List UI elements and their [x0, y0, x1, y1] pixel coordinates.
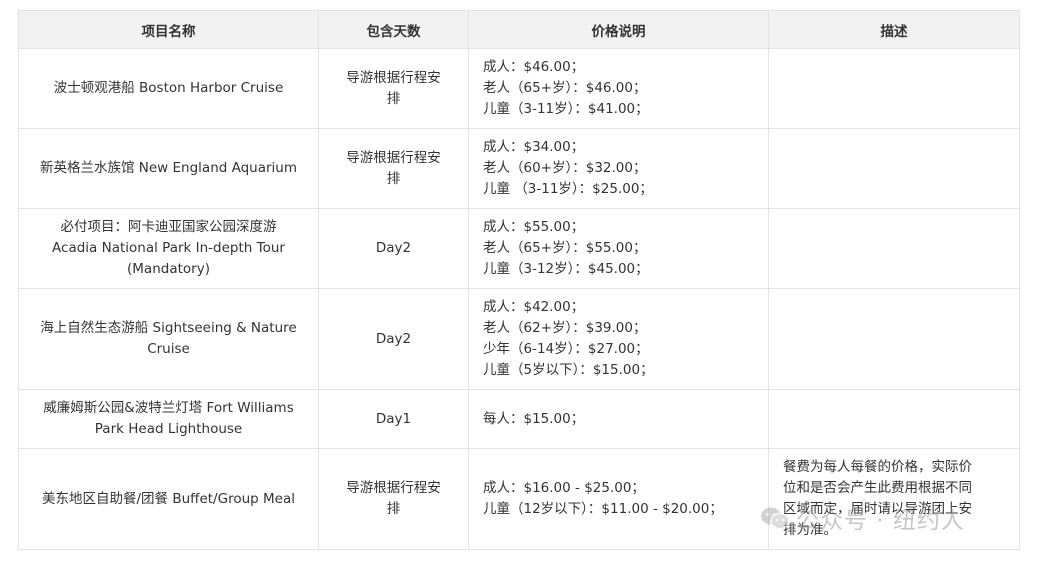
price-cell-line: 少年（6-14岁）：$27.00； — [483, 341, 649, 357]
days-cell-line: Day1 — [375, 410, 412, 427]
table-row: 威廉姆斯公园&波特兰灯塔 Fort Williams Park Head Ligh… — [18, 389, 1020, 449]
item-name-cell-line: Cruise — [147, 341, 190, 357]
header-item-name: 项目名称 — [18, 10, 319, 49]
price-cell: 成人：$16.00 - $25.00； 儿童（12岁以下）：$11.00 - $2… — [468, 448, 769, 550]
item-name-cell-line: 海上自然生态游船 Sightseeing & Nature — [40, 320, 297, 336]
days-cell: Day2 — [318, 288, 469, 390]
price-cell-line: 老人（65+岁）：$46.00； — [483, 80, 647, 96]
days-cell-line: Day2 — [375, 330, 412, 347]
item-name-cell-line: 美东地区自助餐/团餐 Buffet/Group Meal — [42, 490, 295, 507]
days-cell-line: 排 — [386, 170, 401, 187]
days-cell-line: 导游根据行程安 — [346, 149, 441, 166]
item-name-cell-line: Acadia National Park In-depth Tour — [52, 240, 285, 256]
table-row: 波士顿观港船 Boston Harbor Cruise 导游根据行程安排成人：$4… — [18, 48, 1020, 129]
item-name-cell-line: 波士顿观港船 Boston Harbor Cruise — [53, 80, 284, 96]
item-name-cell: 海上自然生态游船 Sightseeing & Nature Cruise — [18, 288, 319, 390]
days-cell-line: 导游根据行程安 — [346, 480, 441, 496]
price-cell-line: 成人：$55.00； — [483, 219, 585, 235]
table-row: 新英格兰水族馆 New England Aquarium 导游根据行程安排成人：$… — [18, 128, 1020, 209]
days-cell: 导游根据行程安排 — [318, 448, 469, 550]
price-cell: 每人：$15.00； — [468, 389, 769, 449]
item-name-cell: 威廉姆斯公园&波特兰灯塔 Fort Williams Park Head Ligh… — [18, 389, 319, 449]
item-name-cell-line: 必付项目：阿卡迪亚国家公园深度游 — [60, 219, 277, 235]
description-cell-line: 排为准。 — [783, 522, 837, 538]
item-name-cell-line: 威廉姆斯公园&波特兰灯塔 Fort Williams — [43, 400, 294, 416]
price-cell-line: 每人：$15.00； — [483, 410, 585, 427]
header-description: 描述 — [768, 10, 1020, 49]
table-row: 必付项目：阿卡迪亚国家公园深度游 Acadia National Park In-… — [18, 208, 1020, 289]
table-header-row: 项目名称 包含天数 价格说明 描述 — [18, 10, 1020, 49]
item-name-cell: 必付项目：阿卡迪亚国家公园深度游 Acadia National Park In-… — [18, 208, 319, 289]
price-cell-line: 儿童（3-12岁）：$45.00； — [483, 261, 649, 277]
price-cell-line: 儿童 （3-11岁）：$25.00； — [483, 181, 653, 197]
days-cell: Day2 — [318, 208, 469, 289]
description-cell — [768, 288, 1020, 390]
days-cell-line: 导游根据行程安 — [346, 69, 441, 86]
price-cell-line: 老人（60+岁）：$32.00； — [483, 160, 647, 176]
price-cell: 成人：$46.00； 老人（65+岁）：$46.00； 儿童（3-11岁）：$41.… — [468, 48, 769, 129]
item-name-cell-line: (Mandatory) — [127, 261, 210, 277]
description-cell-line: 位和是否会产生此费用根据不同 — [783, 480, 972, 496]
description-cell — [768, 208, 1020, 289]
days-cell-line: Day2 — [375, 240, 412, 256]
item-name-cell-line: 新英格兰水族馆 New England Aquarium — [39, 160, 298, 176]
description-cell: 餐费为每人每餐的价格，实际价 位和是否会产生此费用根据不同 区域而定，届时请以导游团… — [768, 448, 1020, 550]
price-cell: 成人：$34.00； 老人（60+岁）：$32.00； 儿童 （3-11岁）：$25… — [468, 128, 769, 209]
table-row: 美东地区自助餐/团餐 Buffet/Group Meal 导游根据行程安排成人：$… — [18, 448, 1020, 550]
description-cell — [768, 128, 1020, 209]
description-cell — [768, 389, 1020, 449]
price-cell-line: 成人：$16.00 - $25.00； — [483, 480, 645, 496]
price-cell: 成人：$55.00； 老人（65+岁）：$55.00； 儿童（3-12岁）：$45.… — [468, 208, 769, 289]
table-row: 海上自然生态游船 Sightseeing & Nature Cruise Day2 成… — [18, 288, 1020, 390]
header-days: 包含天数 — [318, 10, 469, 49]
days-cell: Day1 — [318, 389, 469, 449]
description-cell-line: 区域而定，届时请以导游团上安 — [783, 501, 972, 517]
item-name-cell-line: Park Head Lighthouse — [94, 421, 243, 437]
price-cell-line: 老人（65+岁）：$55.00； — [483, 240, 647, 256]
days-cell: 导游根据行程安排 — [318, 48, 469, 129]
item-name-cell: 新英格兰水族馆 New England Aquarium — [18, 128, 319, 209]
days-cell: 导游根据行程安排 — [318, 128, 469, 209]
price-cell-line: 成人：$46.00； — [483, 59, 585, 75]
item-name-cell: 美东地区自助餐/团餐 Buffet/Group Meal — [18, 448, 319, 550]
item-name-cell: 波士顿观港船 Boston Harbor Cruise — [18, 48, 319, 129]
price-cell-line: 成人：$34.00； — [483, 139, 585, 155]
price-cell-line: 儿童（3-11岁）：$41.00； — [483, 101, 649, 117]
days-cell-line: 排 — [386, 501, 401, 517]
description-cell — [768, 48, 1020, 129]
days-cell-line: 排 — [386, 90, 401, 107]
description-cell-line: 餐费为每人每餐的价格，实际价 — [783, 459, 972, 475]
price-table: 项目名称 包含天数 价格说明 描述 波士顿观港船 Boston Harbor C… — [18, 10, 1020, 550]
header-price: 价格说明 — [468, 10, 769, 49]
price-cell-line: 老人（62+岁）：$39.00； — [483, 320, 647, 336]
price-cell-line: 儿童（5岁以下）：$15.00； — [483, 362, 654, 378]
price-cell-line: 儿童（12岁以下）：$11.00 - $20.00； — [483, 501, 723, 517]
price-cell-line: 成人：$42.00； — [483, 299, 585, 315]
price-cell: 成人：$42.00； 老人（62+岁）：$39.00； 少年（6-14岁）：$27.… — [468, 288, 769, 390]
